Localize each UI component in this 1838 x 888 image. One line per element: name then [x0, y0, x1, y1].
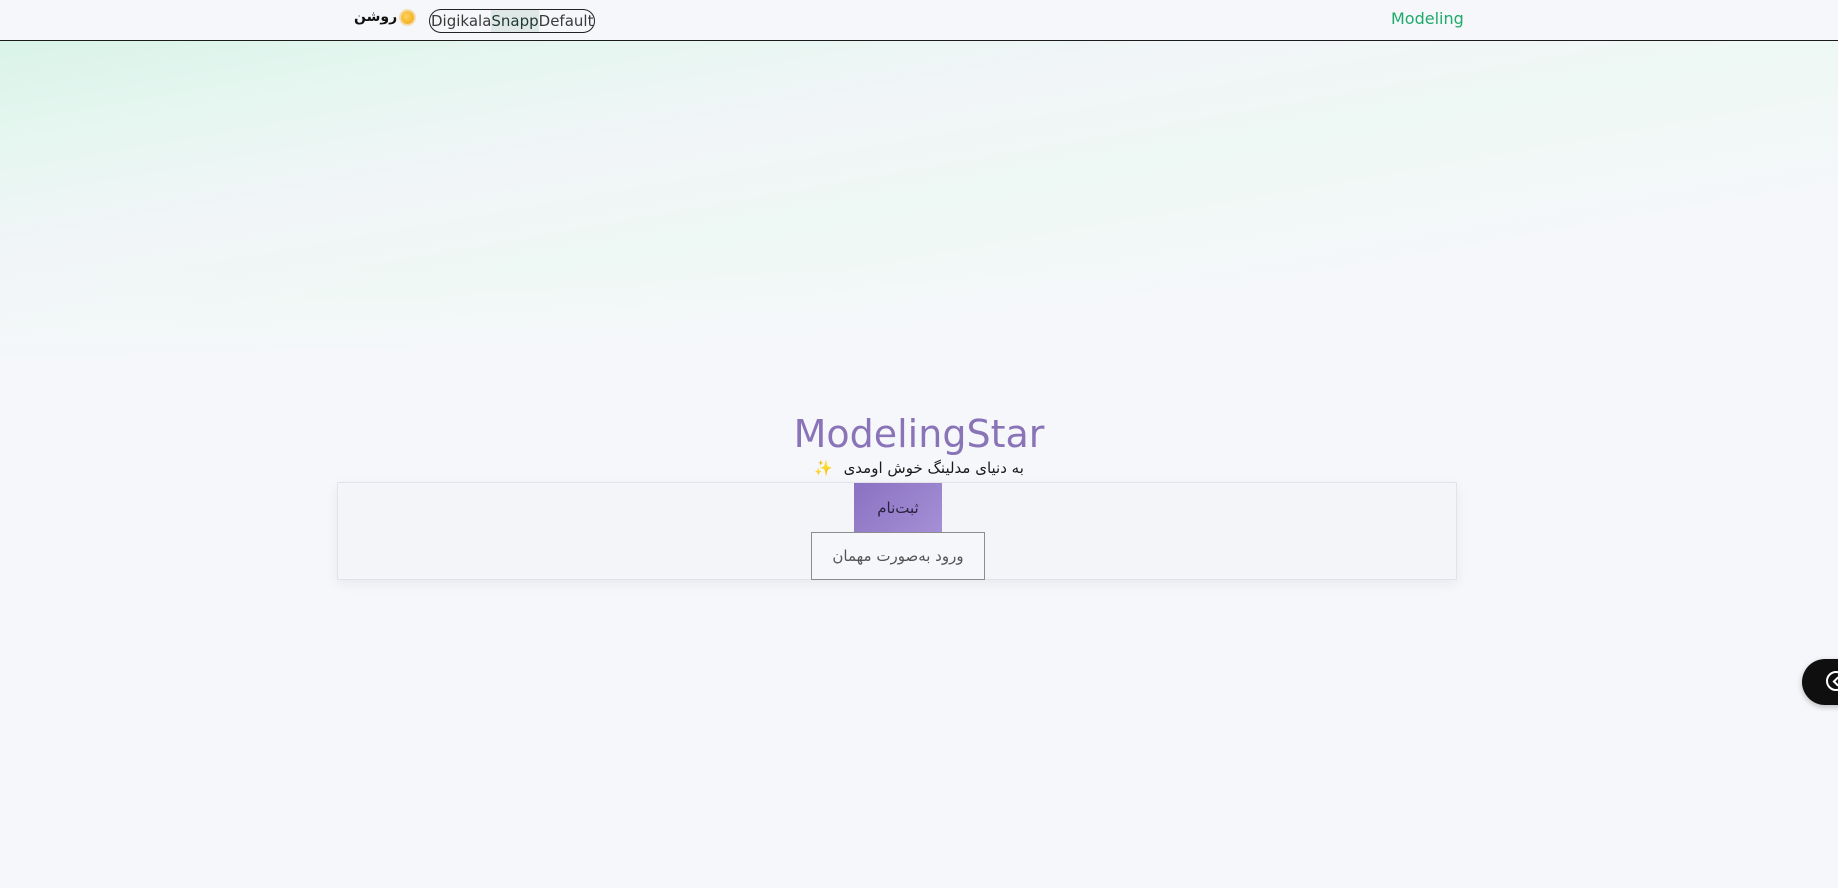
sun-icon — [401, 10, 415, 24]
hero-section: ModelingStar به دنیای مدلینگ خوش اومدی ✨ — [0, 410, 1838, 478]
light-mode-toggle[interactable]: روشن — [354, 9, 415, 25]
guest-login-button[interactable]: ورود به‌صورت مهمان — [811, 532, 985, 580]
brand-link[interactable]: Modeling — [1391, 9, 1464, 28]
top-navbar: Modeling Digikala Snapp Default روشن — [0, 0, 1838, 41]
theme-option-digikala[interactable]: Digikala — [431, 10, 491, 32]
theme-option-snapp[interactable]: Snapp — [491, 10, 539, 32]
auth-card: ثبت‌نام ورود به‌صورت مهمان — [337, 482, 1457, 580]
page-title: ModelingStar — [793, 412, 1045, 456]
theme-option-default[interactable]: Default — [539, 10, 594, 32]
light-mode-label: روشن — [354, 9, 398, 25]
signup-button[interactable]: ثبت‌نام — [854, 483, 942, 532]
theme-switch: Digikala Snapp Default — [429, 9, 596, 33]
welcome-text: به دنیای مدلینگ خوش اومدی — [843, 459, 1024, 477]
sparkle-icon: ✨ — [814, 459, 833, 477]
page: Modeling Digikala Snapp Default روشن Mod… — [0, 0, 1838, 888]
welcome-subtitle: به دنیای مدلینگ خوش اومدی ✨ — [0, 458, 1838, 478]
chevron-left-icon — [1826, 671, 1838, 691]
side-panel-handle[interactable] — [1802, 659, 1838, 705]
